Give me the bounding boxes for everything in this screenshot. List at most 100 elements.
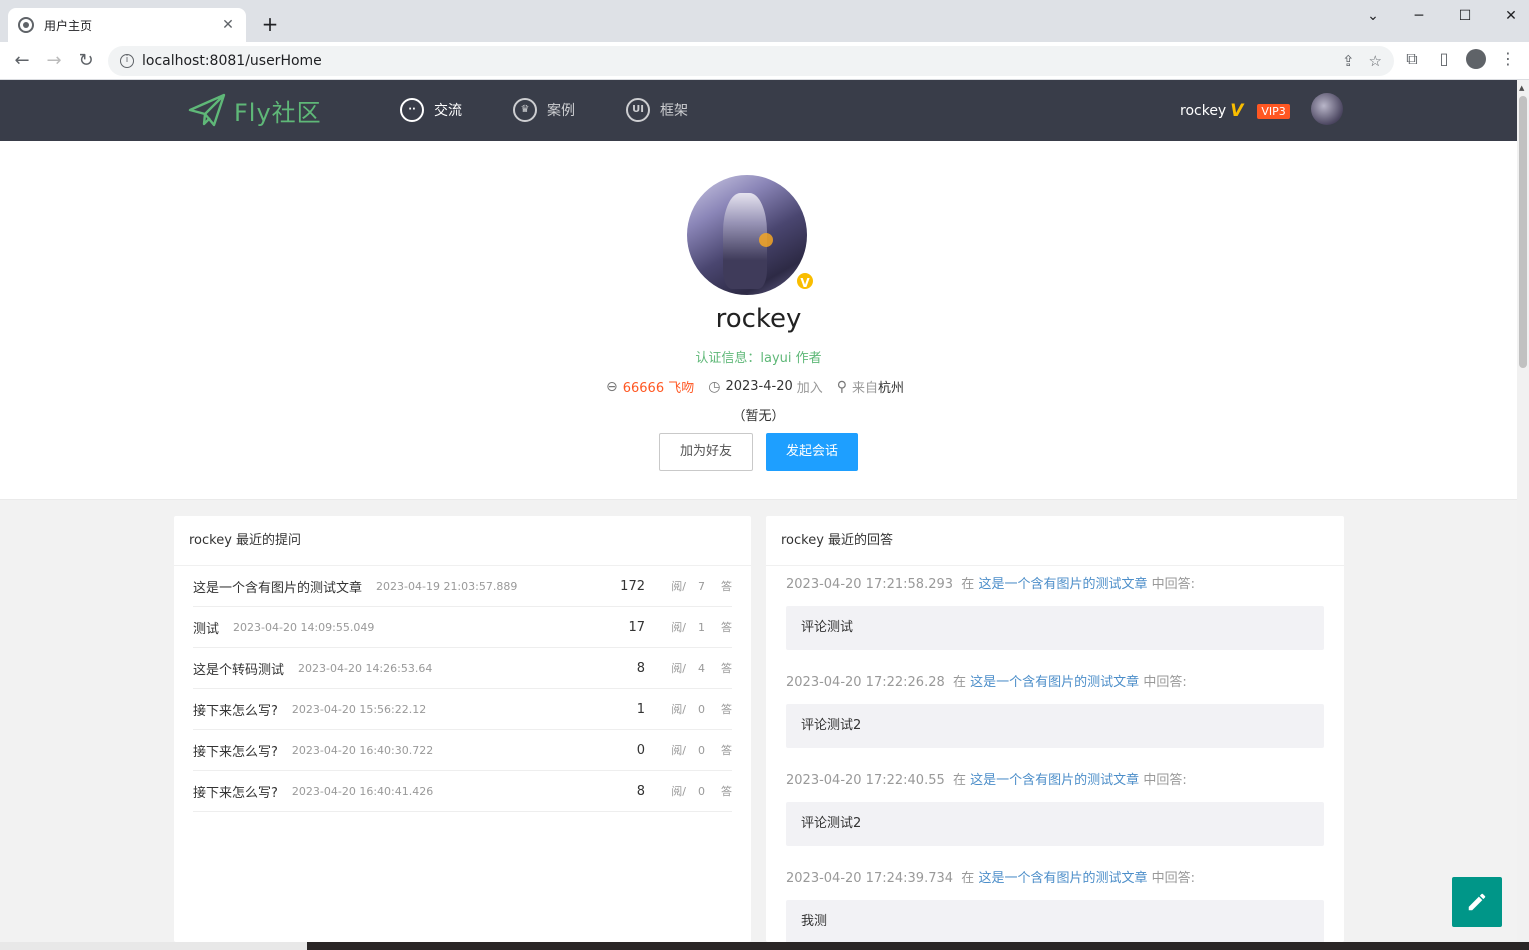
answer-label: 答: [721, 662, 732, 675]
scroll-up-arrow-icon[interactable]: ▲: [1519, 84, 1524, 92]
answer-time: 2023-04-20 17:22:40.55: [786, 773, 945, 788]
side-panel-icon[interactable]: ▯: [1433, 49, 1455, 73]
user-signature: （暂无）: [732, 409, 785, 424]
question-views: 1: [636, 701, 645, 717]
answer-content: 我测: [786, 900, 1324, 942]
answer-item: 2023-04-20 17:22:26.28 在 这是一个含有图片的测试文章 中…: [786, 674, 1324, 748]
answer-item: 2023-04-20 17:22:40.55 在 这是一个含有图片的测试文章 中…: [786, 772, 1324, 846]
header-user[interactable]: rockey V VIP3: [1180, 101, 1290, 121]
answer-content: 评论测试2: [786, 802, 1324, 846]
profile-icon[interactable]: [1465, 49, 1487, 73]
extensions-puzzle-icon[interactable]: ⧉: [1401, 49, 1423, 73]
question-row[interactable]: 这是个转码测试 2023-04-20 14:26:53.64 8 阅/4 答: [193, 648, 732, 689]
bottom-strip: [0, 942, 1529, 950]
forward-arrow-icon[interactable]: →: [42, 49, 66, 73]
question-row[interactable]: 这是一个含有图片的测试文章 2023-04-19 21:03:57.889 172 阅…: [193, 566, 732, 607]
question-title-link[interactable]: 测试: [193, 618, 219, 637]
answer-suffix: 中回答:: [1151, 871, 1195, 886]
question-title-link[interactable]: 这是个转码测试: [193, 659, 284, 678]
answer-time: 2023-04-20 17:24:39.734: [786, 871, 954, 886]
nav-label: 框架: [660, 103, 688, 119]
answer-meta: 2023-04-20 17:22:26.28 在 这是一个含有图片的测试文章 中…: [786, 674, 1324, 692]
answer-time: 2023-04-20 17:21:58.293: [786, 577, 954, 592]
question-title-link[interactable]: 接下来怎么写?: [193, 700, 278, 719]
globe-icon: [18, 17, 34, 33]
read-label: 阅/: [671, 621, 686, 634]
question-title-link[interactable]: 接下来怎么写?: [193, 741, 278, 760]
answer-article-link[interactable]: 这是一个含有图片的测试文章: [970, 773, 1139, 788]
answer-item: 2023-04-20 17:21:58.293 在 这是一个含有图片的测试文章 …: [786, 576, 1324, 650]
answer-article-link[interactable]: 这是一个含有图片的测试文章: [970, 675, 1139, 690]
question-title-link[interactable]: 接下来怎么写?: [193, 782, 278, 801]
url-input[interactable]: i localhost:8081/userHome ⇪ ☆: [108, 46, 1394, 76]
question-row[interactable]: 接下来怎么写? 2023-04-20 15:56:22.12 1 阅/0 答: [193, 689, 732, 730]
read-label: 阅/: [671, 662, 686, 675]
question-row[interactable]: 测试 2023-04-20 14:09:55.049 17 阅/1 答: [193, 607, 732, 648]
answer-article-link[interactable]: 这是一个含有图片的测试文章: [978, 577, 1147, 592]
in-label: 在: [961, 577, 975, 592]
answer-label: 答: [721, 703, 732, 716]
answer-label: 答: [721, 580, 732, 593]
chat-icon: ··: [400, 98, 424, 122]
answer-meta: 2023-04-20 17:24:39.734 在 这是一个含有图片的测试文章 …: [786, 870, 1324, 888]
header-username[interactable]: rockey: [1180, 103, 1226, 119]
join-date: 2023-4-20: [725, 379, 793, 394]
reload-icon[interactable]: ↻: [74, 49, 98, 73]
nav-item-exchange[interactable]: ·· 交流: [400, 98, 462, 122]
browser-tab[interactable]: 用户主页 ✕: [8, 8, 246, 42]
tab-search-dropdown-icon[interactable]: ⌄: [1350, 4, 1396, 28]
question-title-link[interactable]: 这是一个含有图片的测试文章: [193, 577, 362, 596]
start-chat-button[interactable]: 发起会话: [766, 433, 858, 471]
add-friend-button[interactable]: 加为好友: [659, 433, 753, 471]
answer-item: 2023-04-20 17:24:39.734 在 这是一个含有图片的测试文章 …: [786, 870, 1324, 942]
answer-suffix: 中回答:: [1143, 773, 1187, 788]
paper-plane-icon: [188, 93, 226, 127]
tab-title: 用户主页: [44, 18, 93, 33]
pencil-icon: [1468, 893, 1486, 911]
question-answers: 0: [698, 784, 705, 798]
back-arrow-icon[interactable]: ←: [10, 49, 34, 73]
clock-icon: ◷: [708, 378, 721, 395]
new-tab-button[interactable]: +: [258, 12, 282, 36]
read-label: 阅/: [671, 744, 686, 757]
scrollbar-thumb[interactable]: [1519, 96, 1527, 368]
join-label: 加入: [796, 381, 823, 396]
question-row[interactable]: 接下来怎么写? 2023-04-20 16:40:30.722 0 阅/0 答: [193, 730, 732, 771]
nav-item-cases[interactable]: ♛ 案例: [513, 98, 575, 122]
question-time: 2023-04-20 16:40:41.426: [291, 784, 434, 798]
answers-panel-title: rockey 最近的回答: [766, 516, 1344, 566]
maximize-button[interactable]: ☐: [1442, 4, 1488, 28]
profile-stats: ⊖ 66666 飞吻 ◷ 2023-4-20 加入 ⚲ 来自 杭州: [606, 377, 905, 397]
nav-item-framework[interactable]: UI 框架: [626, 98, 688, 122]
tab-close-icon[interactable]: ✕: [220, 17, 236, 33]
verified-v-icon: V: [1230, 101, 1244, 121]
minimize-button[interactable]: ─: [1396, 4, 1442, 28]
header-avatar[interactable]: [1311, 93, 1343, 125]
profile-username: rockey: [715, 304, 802, 334]
answer-content: 评论测试2: [786, 704, 1324, 748]
question-time: 2023-04-19 21:03:57.889: [376, 579, 518, 593]
edit-post-button[interactable]: [1452, 877, 1502, 927]
site-info-icon[interactable]: i: [120, 54, 134, 68]
nav-label: 案例: [547, 103, 575, 119]
question-time: 2023-04-20 14:09:55.049: [233, 620, 375, 634]
in-label: 在: [953, 675, 967, 690]
city: 杭州: [878, 381, 905, 396]
bookmark-star-icon[interactable]: ☆: [1369, 52, 1382, 70]
answer-article-link[interactable]: 这是一个含有图片的测试文章: [978, 871, 1147, 886]
certification-info: 认证信息：layui 作者: [695, 351, 822, 366]
question-views: 8: [636, 783, 645, 799]
question-row[interactable]: 接下来怎么写? 2023-04-20 16:40:41.426 8 阅/0 答: [193, 771, 732, 812]
city-prefix: 来自: [852, 381, 879, 396]
location-pin-icon: ⚲: [836, 378, 848, 395]
question-answers: 0: [698, 702, 705, 716]
answer-label: 答: [721, 621, 732, 634]
answer-meta: 2023-04-20 17:21:58.293 在 这是一个含有图片的测试文章 …: [786, 576, 1324, 594]
site-logo[interactable]: Fly社区: [188, 92, 322, 128]
share-icon[interactable]: ⇪: [1342, 52, 1355, 70]
read-label: 阅/: [671, 703, 686, 716]
chrome-menu-icon[interactable]: ⋮: [1497, 49, 1519, 73]
page-scrollbar[interactable]: ▲: [1517, 80, 1529, 942]
question-views: 0: [636, 742, 645, 758]
window-close-button[interactable]: ✕: [1488, 4, 1529, 28]
